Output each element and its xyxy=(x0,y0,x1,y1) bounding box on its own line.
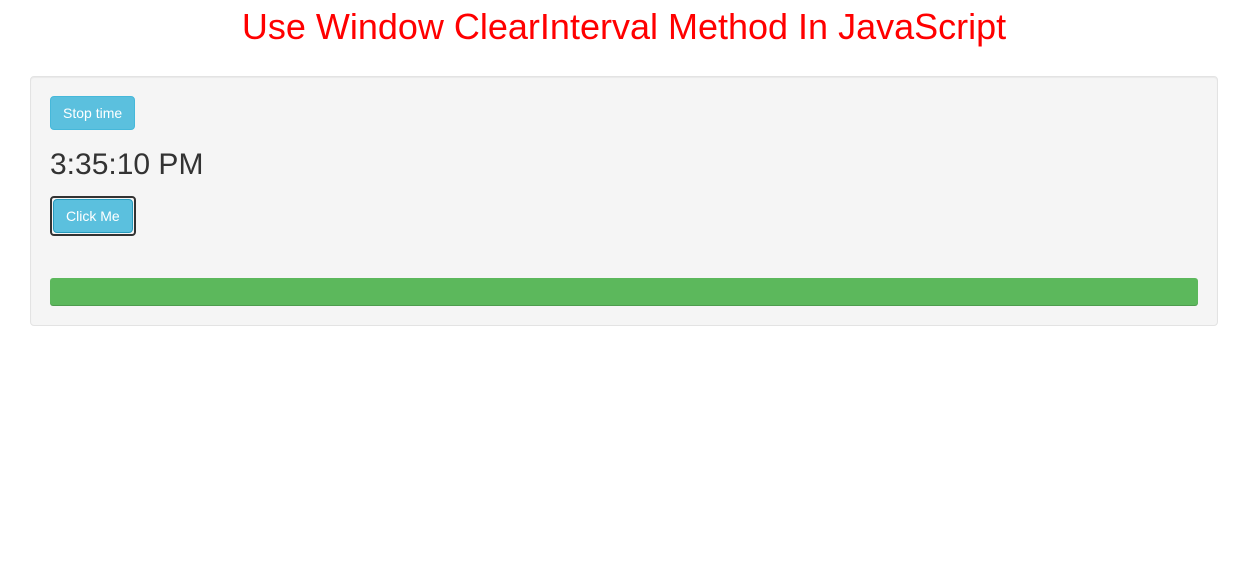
main-panel: Stop time 3:35:10 PM Click Me xyxy=(30,76,1218,326)
progress-bar xyxy=(50,278,1198,306)
click-me-button[interactable]: Click Me xyxy=(53,199,133,233)
stop-time-button[interactable]: Stop time xyxy=(50,96,135,130)
click-me-button-wrap: Click Me xyxy=(50,196,136,236)
page-title: Use Window ClearInterval Method In JavaS… xyxy=(0,6,1248,48)
time-display: 3:35:10 PM xyxy=(50,148,1198,182)
